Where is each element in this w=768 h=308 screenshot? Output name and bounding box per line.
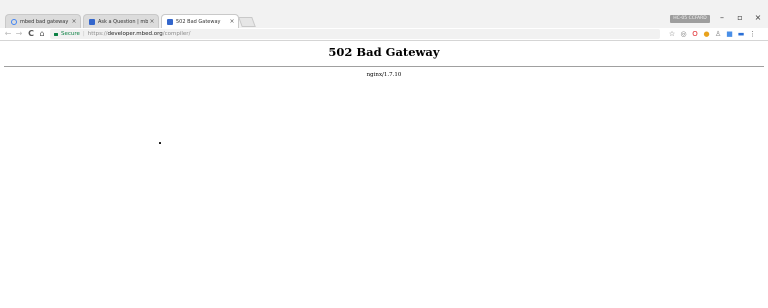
page-title: 502 Bad Gateway <box>328 45 440 59</box>
opera-icon[interactable]: O <box>691 30 699 38</box>
back-button[interactable]: ← <box>3 28 13 40</box>
omnibox-separator: | <box>82 31 85 37</box>
menu-icon[interactable]: ⋮ <box>749 30 757 38</box>
address-bar[interactable]: Secure | https://developer.mbed.org/comp… <box>50 29 660 39</box>
security-label[interactable]: Secure <box>61 29 80 39</box>
mbed-favicon-icon <box>167 18 173 25</box>
divider <box>4 66 764 67</box>
blue-square-extension-icon[interactable]: ■ <box>726 30 734 38</box>
tab-label: Ask a Question | mbed <box>98 18 148 25</box>
close-tab-icon[interactable]: × <box>70 18 78 25</box>
tab-label: 502 Bad Gateway <box>176 18 221 25</box>
tab-google-search[interactable]: mbed bad gateway - Go × <box>5 14 81 28</box>
forward-button[interactable]: → <box>14 28 24 40</box>
chrome-icon[interactable]: ● <box>703 30 711 38</box>
minimize-button[interactable]: – <box>716 13 728 23</box>
new-tab-button[interactable] <box>238 17 256 27</box>
server-signature: nginx/1.7.10 <box>366 72 402 78</box>
url-scheme: https:// <box>87 31 108 37</box>
circle-extension-icon[interactable]: ◎ <box>680 30 688 38</box>
reload-button[interactable]: C <box>26 28 36 40</box>
google-favicon-icon <box>11 18 17 25</box>
lock-icon <box>54 33 58 36</box>
close-window-button[interactable]: × <box>752 13 764 23</box>
url-host: developer.mbed.org <box>107 31 163 37</box>
profile-button[interactable]: HC-05 CCFARD <box>670 15 710 23</box>
browser-toolbar: ← → C ⌂ Secure | https://developer.mbed.… <box>0 28 768 41</box>
close-tab-icon[interactable]: × <box>228 18 236 25</box>
tab-strip: mbed bad gateway - Go × Ask a Question |… <box>0 0 768 28</box>
mouse-cursor-dot <box>159 142 161 144</box>
close-tab-icon[interactable]: × <box>148 18 156 25</box>
maximize-button[interactable]: ▫ <box>734 13 746 23</box>
url-path: /compiler/ <box>162 31 191 37</box>
star-icon[interactable]: ☆ <box>668 30 676 38</box>
mbed-favicon-icon <box>89 18 95 25</box>
tab-label: mbed bad gateway - Go <box>20 18 70 25</box>
tab-502-bad-gateway[interactable]: 502 Bad Gateway × <box>161 14 239 28</box>
cast-extension-icon[interactable]: ▬ <box>737 30 745 38</box>
user-extension-icon[interactable]: ♙ <box>714 30 722 38</box>
tab-ask-question[interactable]: Ask a Question | mbed × <box>83 14 159 28</box>
home-button[interactable]: ⌂ <box>37 28 47 40</box>
